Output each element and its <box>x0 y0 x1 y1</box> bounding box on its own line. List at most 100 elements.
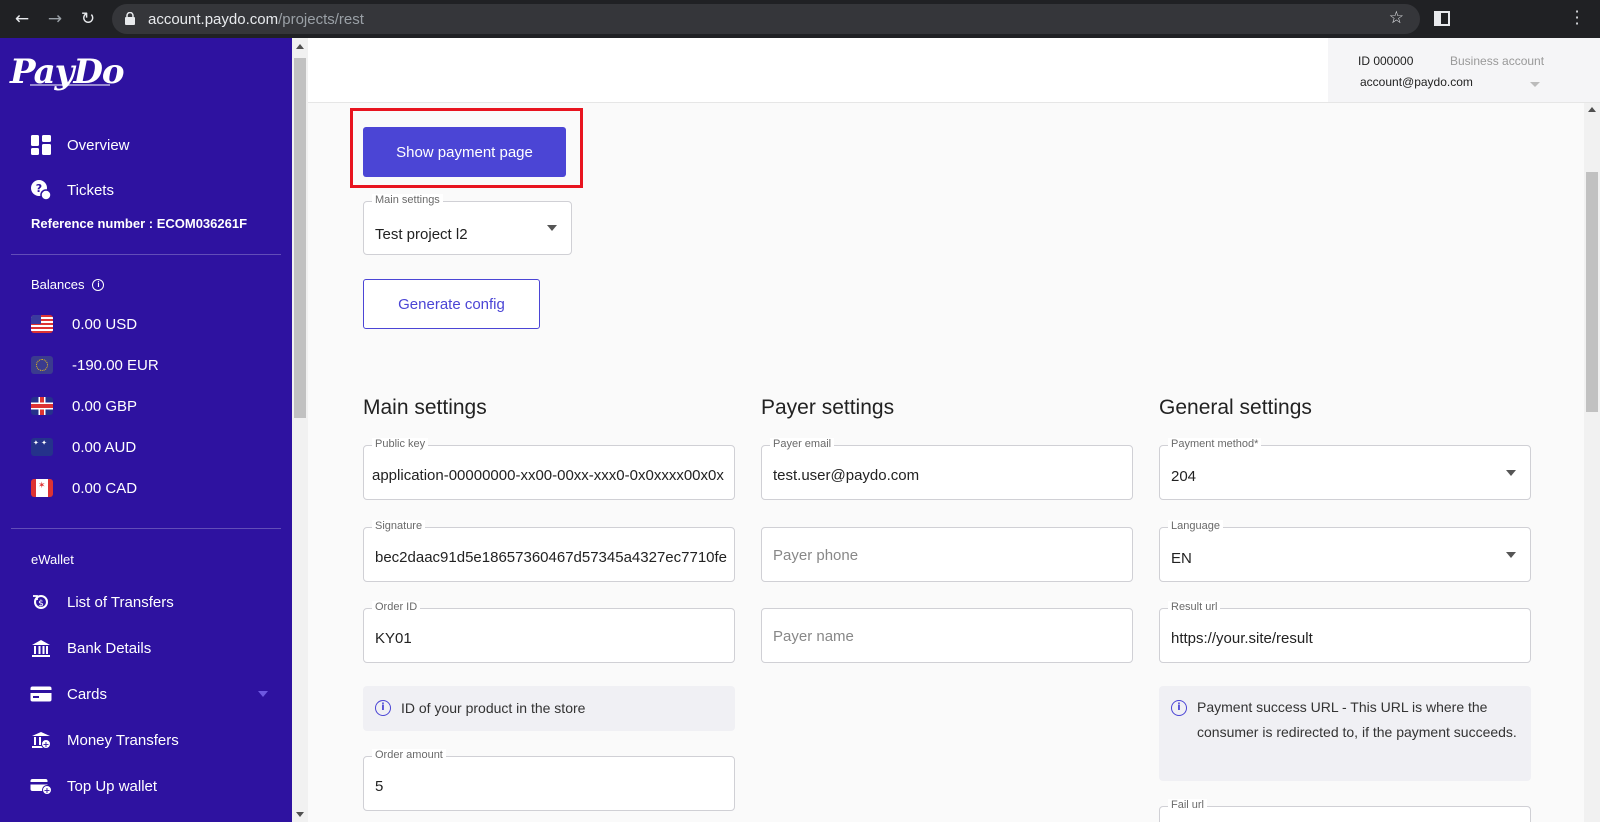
result-url-field[interactable]: Result url https://your.site/result <box>1159 601 1531 663</box>
sidebar-item-tickets[interactable]: ? Tickets <box>30 176 114 204</box>
dropdown-arrow-icon <box>547 225 557 231</box>
fail-url-field[interactable]: Fail url <box>1159 799 1531 822</box>
order-amount-field[interactable]: Order amount 5 <box>363 749 735 811</box>
generate-config-button[interactable]: Generate config <box>363 279 540 329</box>
balance-usd[interactable]: 0.00 USD <box>31 311 137 337</box>
paydo-logo[interactable]: PayDo <box>10 52 125 92</box>
balance-cad[interactable]: 0.00 CAD <box>31 475 137 501</box>
sidebar-scrollbar-thumb[interactable] <box>294 58 306 418</box>
field-label: Fail url <box>1168 799 1208 811</box>
sidebar-divider <box>11 254 281 255</box>
top-up-icon: + <box>30 775 52 797</box>
chevron-down-icon[interactable] <box>1530 82 1540 87</box>
bookmark-star-icon[interactable]: ☆ <box>1389 8 1404 28</box>
scroll-up-arrow-icon[interactable] <box>1588 107 1596 112</box>
project-select-value: Test project l2 <box>375 226 468 243</box>
sidebar-item-overview[interactable]: Overview <box>30 131 130 159</box>
sidebar-item-label: Cards <box>67 685 108 703</box>
payer-email-field[interactable]: Payer email test.user@paydo.com <box>761 438 1133 500</box>
au-flag-icon <box>31 438 53 456</box>
order-amount-value: 5 <box>375 778 384 795</box>
show-payment-page-button[interactable]: Show payment page <box>363 127 566 177</box>
sidebar-item-label: Money Transfers <box>67 731 179 749</box>
payer-name-field[interactable]: Payer name <box>761 608 1133 663</box>
info-icon: i <box>375 700 391 716</box>
sidebar: PayDo Overview ? Tickets Reference numbe… <box>0 38 292 822</box>
balance-amount: 0.00 GBP <box>72 397 138 415</box>
sidebar-item-label: Top Up wallet <box>67 777 158 795</box>
url-text: account.paydo.com/projects/rest <box>148 11 364 28</box>
sidebar-item-label: List of Transfers <box>67 593 174 611</box>
payment-method-value: 204 <box>1171 468 1197 485</box>
sidebar-item-label: Tickets <box>67 181 114 199</box>
language-value: EN <box>1171 550 1192 567</box>
forward-arrow-icon[interactable]: → <box>44 8 66 30</box>
chevron-down-icon[interactable] <box>258 691 268 697</box>
dropdown-arrow-icon <box>1506 551 1516 558</box>
balance-amount: -190.00 EUR <box>72 356 159 374</box>
sidebar-item-label: Bank Details <box>67 639 152 657</box>
public-key-field[interactable]: Public key application-00000000-xx00-00x… <box>363 438 735 500</box>
side-panel-icon[interactable] <box>1434 11 1450 26</box>
payer-phone-placeholder: Payer phone <box>773 547 859 564</box>
browser-menu-icon[interactable]: · · · <box>1574 4 1580 32</box>
language-select[interactable]: Language EN <box>1159 520 1531 582</box>
sidebar-item-list-of-transfers[interactable]: $ List of Transfers <box>30 588 260 616</box>
result-url-hint: i Payment success URL - This URL is wher… <box>1159 686 1531 781</box>
hint-text: ID of your product in the store <box>401 700 586 716</box>
account-type: Business account <box>1450 54 1545 68</box>
ca-flag-icon <box>31 479 53 497</box>
scroll-down-arrow-icon[interactable] <box>296 812 304 817</box>
order-id-hint: i ID of your product in the store <box>363 686 735 731</box>
balance-gbp[interactable]: 0.00 GBP <box>31 393 137 419</box>
balances-heading-label: Balances <box>31 277 85 292</box>
field-label: Order ID <box>372 601 421 613</box>
hint-text: Payment success URL - This URL is where … <box>1197 699 1517 740</box>
reference-number: Reference number : ECOM036261F <box>31 216 248 231</box>
reload-icon[interactable]: ↻ <box>77 8 99 30</box>
uk-flag-icon <box>31 397 53 415</box>
account-email: account@paydo.com <box>1360 75 1473 89</box>
lock-icon <box>125 12 135 25</box>
card-icon <box>30 683 52 705</box>
tickets-icon: ? <box>30 179 52 201</box>
field-label: Payer email <box>770 438 835 450</box>
account-menu[interactable]: ID 000000 Business account account@paydo… <box>1328 38 1600 102</box>
payer-name-placeholder: Payer name <box>773 628 854 645</box>
order-id-field[interactable]: Order ID KY01 <box>363 601 735 663</box>
payment-method-select[interactable]: Payment method* 204 <box>1159 438 1531 500</box>
field-label: Payment method* <box>1168 438 1262 450</box>
us-flag-icon <box>31 315 53 333</box>
result-url-value: https://your.site/result <box>1171 630 1313 647</box>
balance-aud[interactable]: 0.00 AUD <box>31 434 136 460</box>
dropdown-arrow-icon <box>1506 469 1516 476</box>
public-key-value: application-00000000-xx00-00xx-xxx0-0x0x… <box>372 467 724 484</box>
bank-icon <box>30 637 52 659</box>
svg-text:$: $ <box>38 599 44 609</box>
sidebar-item-cards[interactable]: Cards <box>30 680 268 708</box>
scroll-up-arrow-icon[interactable] <box>296 44 304 49</box>
field-label: Order amount <box>372 749 446 761</box>
payer-settings-title: Payer settings <box>761 396 895 419</box>
main-settings-title: Main settings <box>363 396 487 419</box>
address-bar[interactable]: account.paydo.com/projects/rest ☆ <box>112 4 1420 34</box>
payer-phone-field[interactable]: Payer phone <box>761 527 1133 582</box>
project-select[interactable]: Main settings Test project l2 <box>363 194 572 255</box>
sidebar-item-money-transfers[interactable]: + Money Transfers <box>30 726 260 754</box>
balance-eur[interactable]: -190.00 EUR <box>31 352 159 378</box>
back-arrow-icon[interactable]: ← <box>11 8 33 30</box>
sidebar-item-bank-details[interactable]: Bank Details <box>30 634 260 662</box>
sidebar-item-top-up-wallet[interactable]: + Top Up wallet <box>30 772 260 800</box>
ewallet-heading: eWallet <box>31 552 74 567</box>
general-settings-title: General settings <box>1159 396 1312 419</box>
info-icon[interactable]: i <box>92 278 105 291</box>
signature-field[interactable]: Signature bec2daac91d5e18657360467d57345… <box>363 520 735 582</box>
eu-flag-icon <box>31 356 53 374</box>
transfers-icon: $ <box>30 591 52 613</box>
main-scrollbar-thumb[interactable] <box>1586 172 1598 412</box>
logo-tagline <box>30 84 110 86</box>
balances-heading: Balances i <box>31 277 105 292</box>
balance-amount: 0.00 USD <box>72 315 138 333</box>
sidebar-divider <box>11 528 281 529</box>
browser-toolbar: ← → ↻ account.paydo.com/projects/rest ☆ … <box>0 0 1600 38</box>
